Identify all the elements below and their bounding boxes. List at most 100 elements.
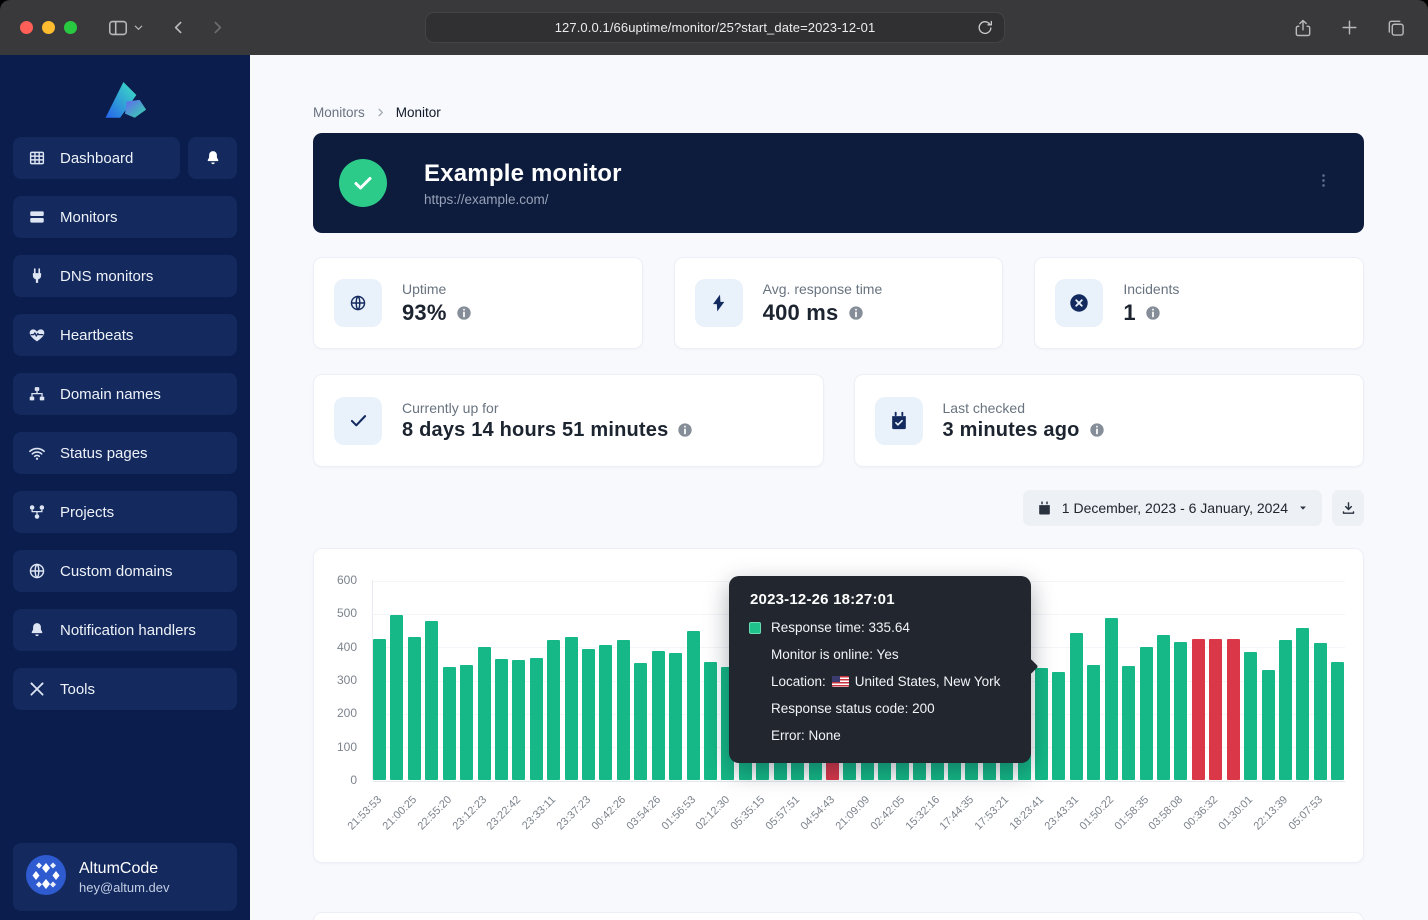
sidebar-item-label: Monitors bbox=[60, 209, 118, 226]
chart-bar[interactable] bbox=[1314, 643, 1327, 780]
chart-bar[interactable] bbox=[408, 637, 421, 780]
sidebar-item-label: Dashboard bbox=[60, 150, 133, 167]
diagram-icon bbox=[28, 503, 46, 521]
tooltip-row: Response time: 335.64 bbox=[744, 614, 1011, 641]
zoom-button[interactable] bbox=[64, 21, 77, 34]
table-grid-icon bbox=[28, 149, 46, 167]
minimize-button[interactable] bbox=[42, 21, 55, 34]
chart-bar[interactable] bbox=[425, 621, 438, 780]
chart-bar[interactable] bbox=[443, 667, 456, 780]
chart-bar[interactable] bbox=[373, 639, 386, 780]
sidebar-item-monitors[interactable]: Monitors bbox=[13, 196, 237, 238]
chevron-down-icon[interactable] bbox=[133, 22, 144, 33]
chart-bar[interactable] bbox=[582, 649, 595, 780]
chart-bar[interactable] bbox=[652, 651, 665, 780]
stat-label: Avg. response time bbox=[763, 281, 883, 297]
sidebar-item-label: Heartbeats bbox=[60, 327, 133, 344]
chart-bar[interactable] bbox=[478, 647, 491, 780]
chart-bar[interactable] bbox=[704, 662, 717, 780]
monitor-url: https://example.com/ bbox=[424, 192, 622, 207]
chart-bar[interactable] bbox=[617, 640, 630, 780]
chart-bar[interactable] bbox=[512, 660, 525, 780]
chart-bar[interactable] bbox=[1140, 647, 1153, 780]
browser-window: 127.0.0.1/66uptime/monitor/25?start_date… bbox=[0, 0, 1428, 920]
chart-bar[interactable] bbox=[390, 615, 403, 780]
y-axis-tick-label: 400 bbox=[314, 640, 357, 654]
account-card[interactable]: AltumCode hey@altum.dev bbox=[13, 843, 237, 911]
close-button[interactable] bbox=[20, 21, 33, 34]
sidebar-item-dashboard[interactable]: Dashboard bbox=[13, 137, 180, 179]
info-icon[interactable] bbox=[456, 305, 472, 321]
tab-overview-icon[interactable] bbox=[1386, 18, 1406, 38]
stat-value: 93% bbox=[402, 300, 447, 326]
back-icon[interactable] bbox=[170, 19, 187, 36]
info-icon[interactable] bbox=[677, 422, 693, 438]
browser-toolbar: 127.0.0.1/66uptime/monitor/25?start_date… bbox=[0, 0, 1428, 55]
account-avatar bbox=[26, 855, 66, 900]
chart-bar[interactable] bbox=[1157, 635, 1170, 780]
monitor-header-card: Example monitor https://example.com/ bbox=[313, 133, 1364, 233]
chart-bar[interactable] bbox=[530, 658, 543, 780]
chart-bar[interactable] bbox=[1070, 633, 1083, 780]
chart-bar[interactable] bbox=[495, 659, 508, 780]
chart-bar[interactable] bbox=[687, 631, 700, 780]
breadcrumb-monitors-link[interactable]: Monitors bbox=[313, 105, 365, 120]
chart-bar[interactable] bbox=[1052, 672, 1065, 780]
bell-icon bbox=[204, 149, 222, 167]
info-icon[interactable] bbox=[1145, 305, 1161, 321]
chart-bar[interactable] bbox=[460, 665, 473, 780]
sidebar-item-projects[interactable]: Projects bbox=[13, 491, 237, 533]
stat-value: 400 ms bbox=[763, 300, 839, 326]
kebab-menu-icon[interactable] bbox=[1309, 166, 1338, 200]
address-bar[interactable]: 127.0.0.1/66uptime/monitor/25?start_date… bbox=[425, 12, 1005, 43]
chart-bar[interactable] bbox=[1244, 652, 1257, 780]
y-axis-tick-label: 100 bbox=[314, 740, 357, 754]
plug-icon bbox=[28, 267, 46, 285]
chart-bar[interactable] bbox=[634, 663, 647, 780]
tools-icon bbox=[28, 680, 46, 698]
y-axis-tick-label: 600 bbox=[314, 573, 357, 587]
chart-bar[interactable] bbox=[1174, 642, 1187, 780]
sidebar-item-label: Domain names bbox=[60, 386, 161, 403]
chart-bar[interactable] bbox=[1105, 618, 1118, 780]
chart-bar[interactable] bbox=[1122, 666, 1135, 780]
info-icon[interactable] bbox=[848, 305, 864, 321]
chart-bar[interactable] bbox=[547, 640, 560, 780]
sidebar-item-label: Status pages bbox=[60, 445, 148, 462]
url-text: 127.0.0.1/66uptime/monitor/25?start_date… bbox=[555, 20, 876, 35]
app-logo[interactable] bbox=[13, 65, 237, 137]
stat-label: Currently up for bbox=[402, 400, 693, 416]
sidebar-item-tools[interactable]: Tools bbox=[13, 668, 237, 710]
sidebar-item-notification-handlers[interactable]: Notification handlers bbox=[13, 609, 237, 651]
chart-bar[interactable] bbox=[1192, 639, 1205, 780]
stats-row-wide: Currently up for8 days 14 hours 51 minut… bbox=[313, 374, 1364, 467]
stat-card-currently-up-for: Currently up for8 days 14 hours 51 minut… bbox=[313, 374, 824, 467]
download-button[interactable] bbox=[1332, 490, 1364, 526]
chart-bar[interactable] bbox=[599, 645, 612, 780]
sidebar-item-label: Projects bbox=[60, 504, 114, 521]
sidebar-toggle-icon[interactable] bbox=[107, 17, 129, 39]
info-icon[interactable] bbox=[1089, 422, 1105, 438]
sidebar: Dashboard Monitors DNS monitors Heartbeats D… bbox=[0, 55, 250, 920]
share-icon[interactable] bbox=[1293, 17, 1313, 39]
chart-bar[interactable] bbox=[669, 653, 682, 780]
sidebar-item-status-pages[interactable]: Status pages bbox=[13, 432, 237, 474]
reload-icon[interactable] bbox=[975, 18, 995, 43]
notifications-bell-button[interactable] bbox=[188, 137, 237, 179]
chart-bar[interactable] bbox=[1209, 639, 1222, 780]
chart-bar[interactable] bbox=[1296, 628, 1309, 780]
sidebar-item-domain-names[interactable]: Domain names bbox=[13, 373, 237, 415]
chart-bar[interactable] bbox=[565, 637, 578, 780]
chart-bar[interactable] bbox=[1279, 640, 1292, 780]
chart-bar[interactable] bbox=[1262, 670, 1275, 780]
chart-bar[interactable] bbox=[1087, 665, 1100, 780]
tooltip-row: Location:United States, New York bbox=[744, 668, 1011, 695]
sidebar-item-custom-domains[interactable]: Custom domains bbox=[13, 550, 237, 592]
sidebar-item-dns-monitors[interactable]: DNS monitors bbox=[13, 255, 237, 297]
chart-bar[interactable] bbox=[1331, 662, 1344, 780]
date-range-picker[interactable]: 1 December, 2023 - 6 January, 2024 bbox=[1023, 490, 1322, 526]
new-tab-icon[interactable] bbox=[1340, 18, 1359, 37]
chart-bar[interactable] bbox=[1227, 639, 1240, 780]
chart-bar-hovered[interactable] bbox=[1035, 668, 1048, 780]
sidebar-item-heartbeats[interactable]: Heartbeats bbox=[13, 314, 237, 356]
